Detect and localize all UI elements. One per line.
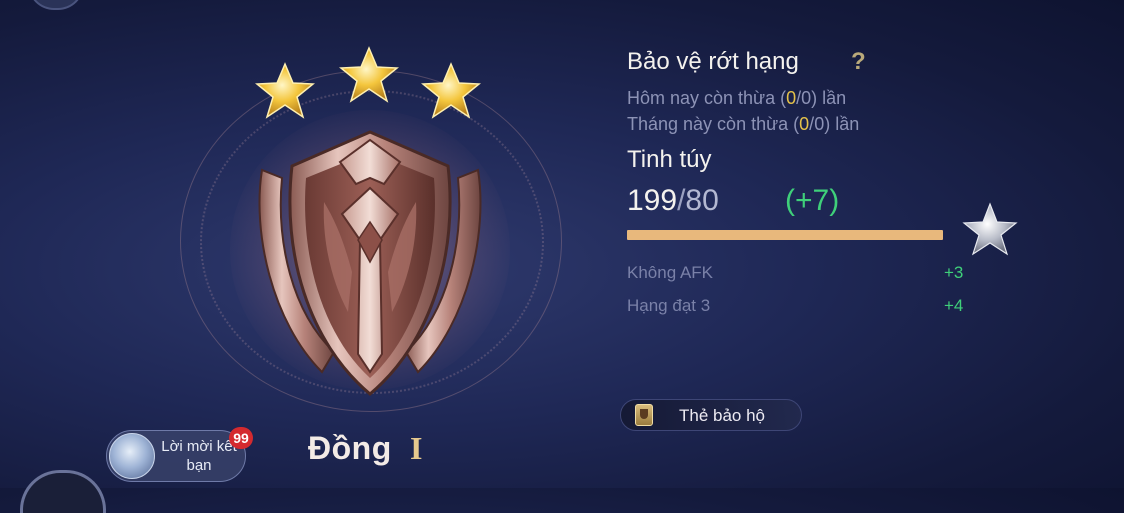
protection-today-current: 0 bbox=[786, 88, 797, 108]
guard-card-button[interactable]: Thẻ bảo hộ bbox=[620, 399, 802, 431]
essence-current: 199 bbox=[627, 184, 678, 217]
rank-name: Đồng bbox=[308, 430, 392, 466]
top-left-button[interactable] bbox=[28, 0, 84, 10]
protection-today-max: 0 bbox=[801, 88, 812, 108]
next-star-icon bbox=[962, 202, 1018, 256]
protection-month: Tháng này còn thừa (0/0) lần bbox=[627, 114, 859, 135]
rank-stars bbox=[255, 46, 481, 119]
friend-invite-button[interactable]: Lời mời kết bạn 99 bbox=[106, 427, 253, 482]
essence-value: 199/80 bbox=[627, 184, 719, 218]
star-icon bbox=[421, 62, 481, 119]
protection-today-prefix: Hôm nay còn thừa ( bbox=[627, 88, 787, 108]
protection-title: Bảo vệ rớt hạng bbox=[627, 48, 799, 75]
protection-month-max: 0 bbox=[814, 114, 825, 134]
bonus-value: +3 bbox=[944, 263, 964, 282]
bonus-value: +4 bbox=[944, 296, 964, 315]
bonus-label: Không AFK bbox=[627, 263, 714, 282]
avatar bbox=[109, 433, 155, 479]
bottom-left-button[interactable] bbox=[20, 470, 106, 513]
protection-month-prefix: Tháng này còn thừa ( bbox=[627, 114, 800, 134]
star-icon bbox=[339, 46, 399, 103]
star-icon bbox=[255, 62, 315, 119]
protection-month-current: 0 bbox=[799, 114, 810, 134]
protection-month-suffix: ) lần bbox=[824, 114, 860, 134]
essence-bonus: (+7) bbox=[785, 184, 840, 217]
protection-today: Hôm nay còn thừa (0/0) lần bbox=[627, 88, 846, 109]
help-icon[interactable]: ? bbox=[851, 48, 866, 76]
guard-card-icon bbox=[635, 404, 653, 426]
bronze-shield-icon bbox=[258, 130, 482, 396]
notification-badge: 99 bbox=[229, 427, 253, 449]
essence-max: 80 bbox=[685, 184, 719, 217]
essence-progress-bar bbox=[627, 230, 943, 240]
bonus-label: Hạng đạt 3 bbox=[627, 296, 711, 315]
rank-emblem bbox=[170, 30, 570, 430]
protection-today-suffix: ) lần bbox=[811, 88, 847, 108]
rank-tier: I bbox=[410, 430, 423, 466]
essence-title: Tinh túy bbox=[627, 146, 712, 173]
guard-card-label: Thẻ bảo hộ bbox=[679, 406, 766, 425]
